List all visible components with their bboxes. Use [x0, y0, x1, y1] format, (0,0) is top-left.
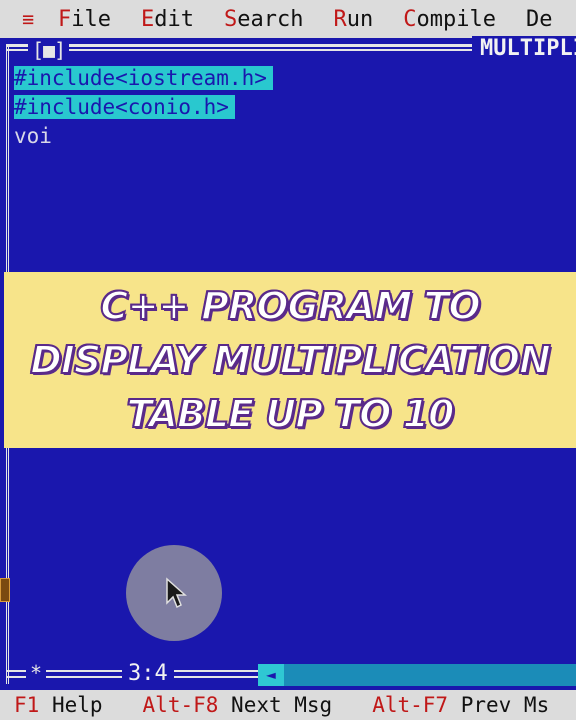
hint-help-label: Help [51, 693, 103, 717]
menu-file-label: ile [71, 6, 112, 32]
cursor-position: 3:4 [122, 661, 174, 686]
hint-prev-msg[interactable]: Alt-F7 Prev Ms [372, 693, 549, 717]
menu-compile[interactable]: Compile [403, 7, 496, 32]
modified-indicator: * [26, 661, 47, 685]
status-bar: F1 Help Alt-F8 Next Msg Alt-F7 Prev Ms [0, 690, 576, 720]
menu-debug-label: De [526, 6, 553, 32]
menu-run[interactable]: Run [334, 7, 374, 32]
menu-run-hotkey: R [333, 6, 347, 32]
menu-search[interactable]: Search [224, 7, 303, 32]
scroll-left-arrow-icon[interactable]: ◄ [258, 664, 284, 686]
menu-file-hotkey: F [58, 6, 72, 32]
vertical-scroll-thumb[interactable] [0, 578, 10, 602]
code-text: voi [14, 124, 52, 148]
code-line[interactable]: #include<iostream.h> [14, 64, 273, 93]
hint-prev-msg-key: Alt-F7 [372, 693, 449, 717]
menu-bar: ≡ File Edit Search Run Compile De [0, 0, 576, 38]
menu-search-label: earch [237, 6, 304, 32]
menu-debug[interactable]: De [526, 7, 553, 32]
menu-compile-label: ompile [416, 6, 497, 32]
turbo-cpp-screen: ≡ File Edit Search Run Compile De [■] MU… [0, 0, 576, 720]
window-title: MULTIPLI [472, 36, 576, 61]
code-editor[interactable]: #include<iostream.h> #include<conio.h> v… [14, 64, 273, 151]
hint-help[interactable]: F1 Help [14, 693, 103, 717]
hint-help-key: F1 [14, 693, 40, 717]
menu-edit[interactable]: Edit [141, 7, 194, 32]
system-menu-icon[interactable]: ≡ [22, 7, 34, 31]
code-line[interactable]: voi [14, 122, 273, 151]
code-line[interactable]: #include<conio.h> [14, 93, 273, 122]
horizontal-scrollbar[interactable] [258, 664, 576, 686]
hint-next-msg[interactable]: Alt-F8 Next Msg [143, 693, 333, 717]
menu-search-hotkey: S [224, 6, 238, 32]
window-close-box[interactable]: [■] [28, 38, 70, 62]
hint-next-msg-label: Next Msg [231, 693, 333, 717]
menu-edit-label: dit [154, 6, 195, 32]
menu-file[interactable]: File [58, 7, 111, 32]
selected-code-text: #include<conio.h> [14, 95, 235, 119]
banner-title: C++ Program to Display Multiplication Ta… [29, 283, 552, 437]
close-box-label: [■] [32, 38, 66, 62]
title-banner: C++ Program to Display Multiplication Ta… [4, 272, 576, 448]
menu-edit-hotkey: E [141, 6, 155, 32]
selected-code-text: #include<iostream.h> [14, 66, 273, 90]
menu-compile-hotkey: C [403, 6, 417, 32]
menu-run-label: un [346, 6, 374, 32]
mouse-pointer-icon [166, 577, 187, 609]
hint-next-msg-key: Alt-F8 [142, 693, 219, 717]
hint-prev-msg-label: Prev Ms [460, 693, 550, 717]
